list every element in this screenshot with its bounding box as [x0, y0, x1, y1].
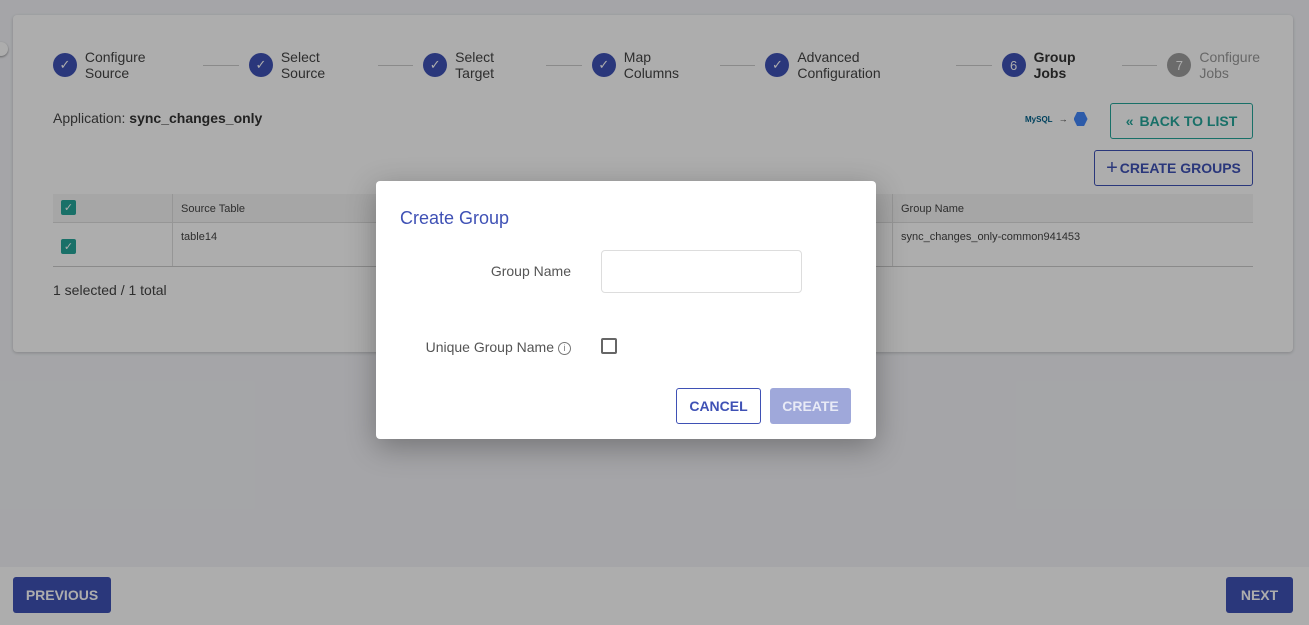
dialog-title: Create Group	[400, 208, 510, 228]
unique-group-name-checkbox[interactable]	[601, 338, 617, 354]
group-name-input[interactable]	[601, 250, 802, 293]
group-name-label: Group Name	[490, 263, 571, 279]
create-group-dialog: Create Group Group Name Unique Group Nam…	[376, 181, 876, 439]
cancel-button[interactable]: CANCEL	[676, 388, 761, 424]
info-icon[interactable]: i	[558, 341, 571, 355]
label-text: Unique Group Name	[425, 339, 554, 355]
unique-group-name-label: Unique Group Name i	[396, 339, 571, 355]
create-button[interactable]: CREATE	[770, 388, 851, 424]
